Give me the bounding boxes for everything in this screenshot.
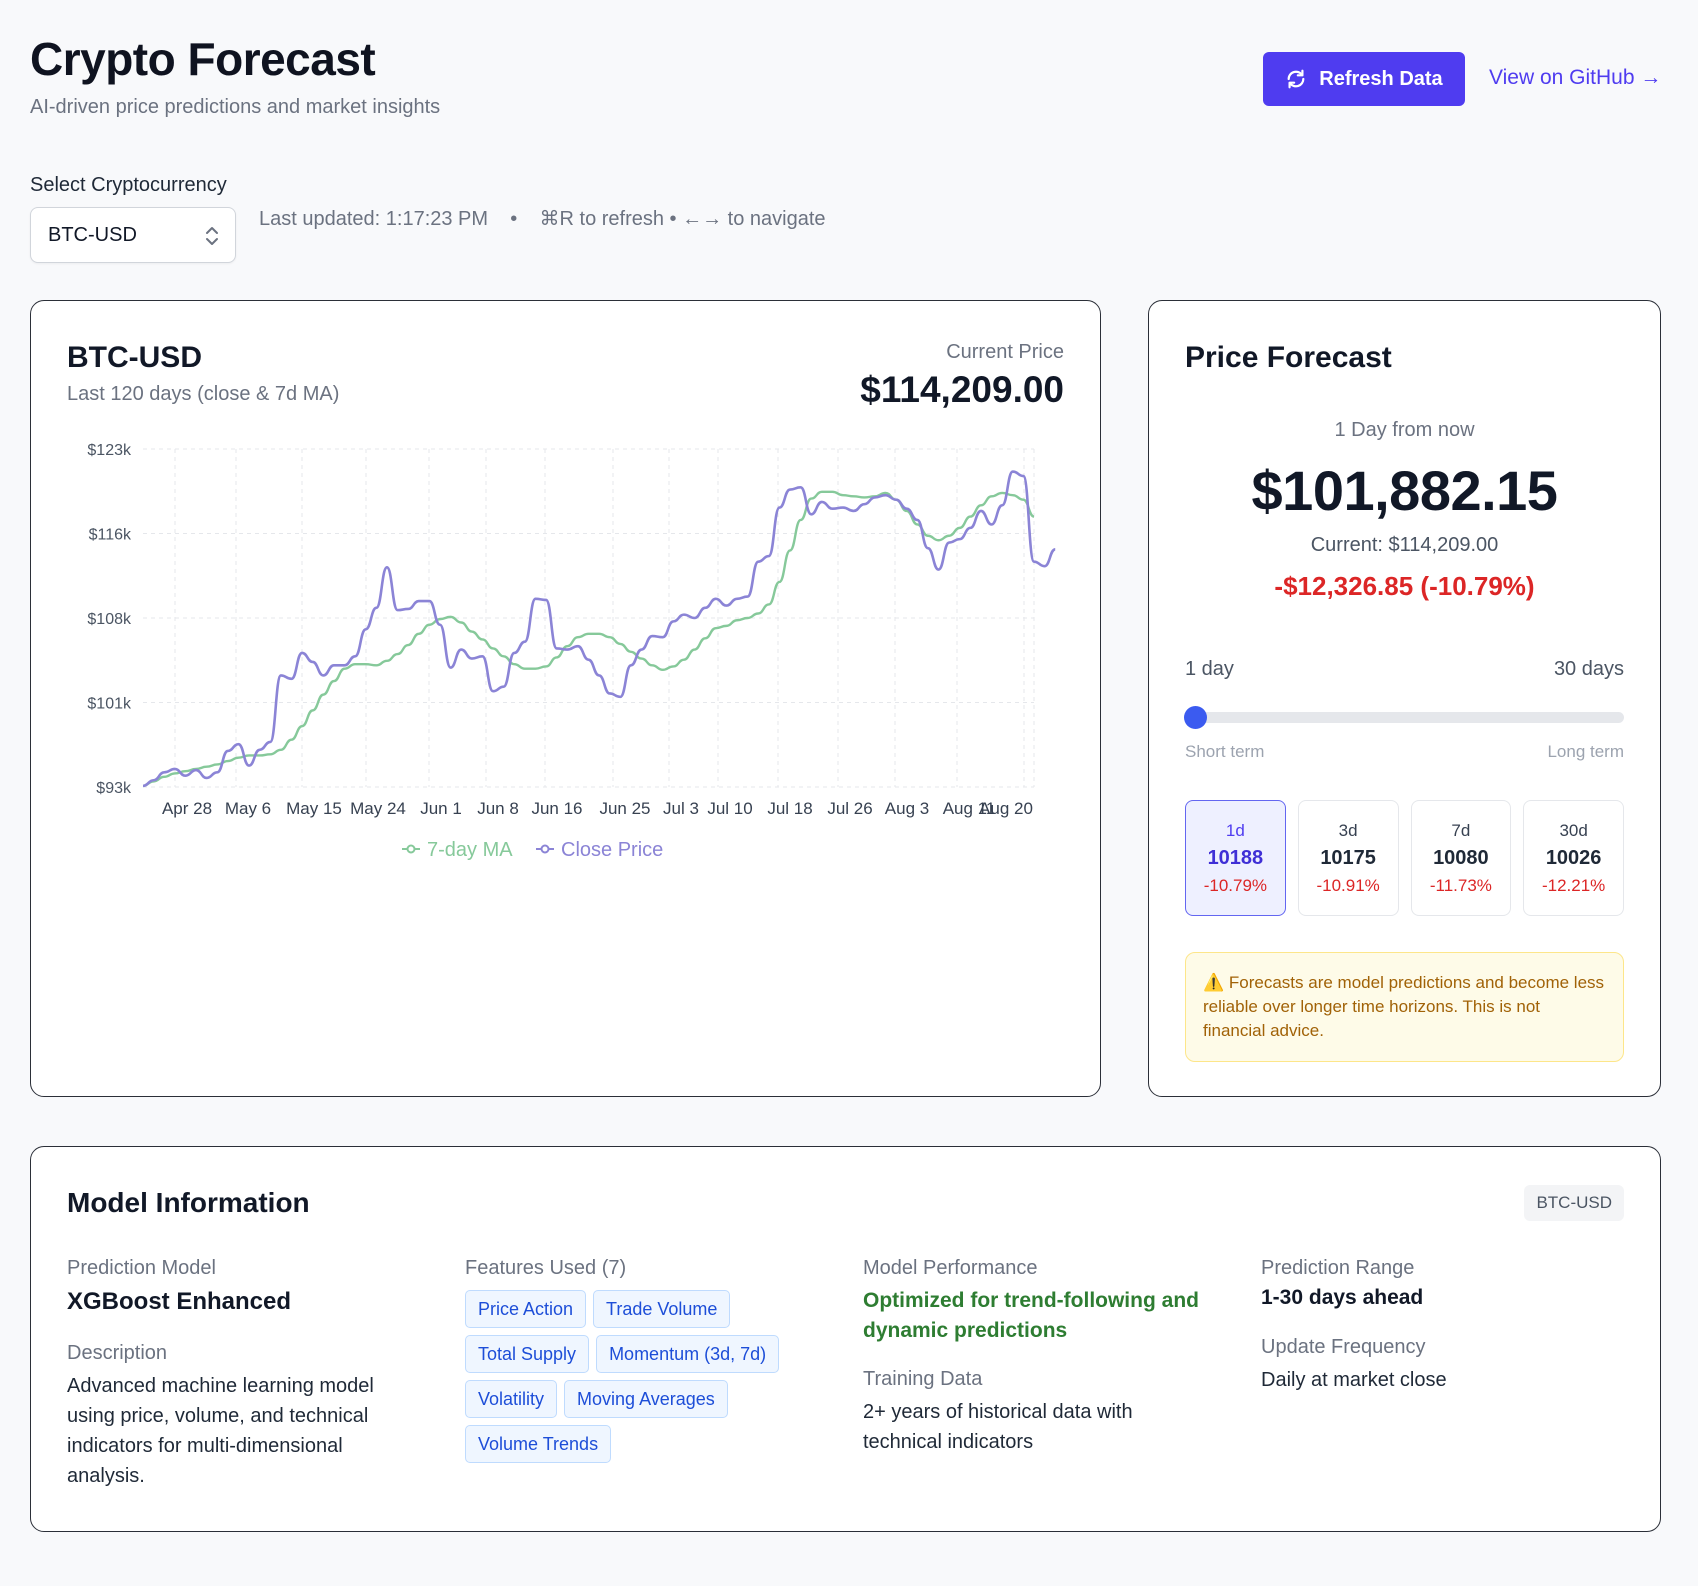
slider-min-label: 1 day — [1185, 658, 1234, 680]
model-column-4: Prediction Range 1-30 days ahead Update … — [1261, 1257, 1621, 1395]
horizon-label: 7d — [1451, 821, 1471, 840]
horizon-pct: -10.79% — [1203, 876, 1268, 895]
slider-max-label: 30 days — [1553, 658, 1624, 680]
horizon-value: 10080 — [1433, 847, 1489, 869]
x-tick-label: Jun 8 — [477, 799, 519, 818]
horizon-option-7d[interactable]: 7d 10080 -11.73% — [1410, 800, 1512, 916]
horizon-value: 10175 — [1320, 847, 1376, 869]
x-tick-label: Apr 28 — [162, 799, 212, 818]
model-information-card: Model Information BTC-USD Prediction Mod… — [30, 1146, 1661, 1532]
forecast-title: Price Forecast — [1185, 341, 1392, 374]
horizon-option-1d[interactable]: 1d 10188 -10.79% — [1185, 800, 1286, 916]
crypto-select[interactable]: BTC-USD — [30, 207, 236, 263]
refresh-icon — [1287, 69, 1305, 89]
horizon-pct: -11.73% — [1429, 876, 1492, 895]
select-label: Select Cryptocurrency — [30, 174, 227, 196]
prediction-range-value: 1-30 days ahead — [1261, 1286, 1424, 1309]
feature-chip: Volatility — [465, 1380, 558, 1418]
feature-chips: Price Action Trade Volume Total Supply M… — [465, 1290, 795, 1463]
close-series-line — [142, 470, 1056, 788]
forecast-horizon-label: 1 Day from now — [1334, 419, 1475, 441]
model-info-title: Model Information — [67, 1187, 310, 1218]
y-tick-label: $93k — [96, 780, 132, 797]
training-data-value: 2+ years of historical data with technic… — [863, 1401, 1133, 1453]
horizon-option-30d[interactable]: 30d 10026 -12.21% — [1523, 800, 1624, 916]
y-tick-label: $101k — [87, 696, 132, 713]
feature-chip: Price Action — [465, 1290, 587, 1328]
prediction-model-label: Prediction Model — [67, 1257, 216, 1279]
horizon-option-3d[interactable]: 3d 10175 -10.91% — [1297, 800, 1399, 916]
horizon-pct: -10.91% — [1316, 876, 1380, 895]
performance-value: Optimized for trend-following and dynami… — [863, 1289, 1199, 1342]
forecast-disclaimer: ⚠️ Forecasts are model predictions and b… — [1185, 952, 1624, 1062]
x-tick-label: Jul 18 — [767, 799, 812, 818]
forecast-card: Price Forecast 1 Day from now $101,882.1… — [1148, 300, 1661, 1097]
x-tick-label: Aug 20 — [979, 799, 1033, 818]
x-tick-label: Jul 3 — [663, 799, 699, 818]
model-column-1: Prediction Model XGBoost Enhanced Descri… — [67, 1257, 397, 1491]
model-column-2: Features Used (7) Price Action Trade Vol… — [465, 1257, 805, 1463]
x-tick-label: Jun 1 — [420, 799, 462, 818]
legend-label: 7-day MA — [427, 839, 513, 861]
prediction-model-value: XGBoost Enhanced — [67, 1288, 292, 1315]
x-tick-label: May 6 — [225, 799, 271, 818]
x-tick-label: Jul 26 — [827, 799, 872, 818]
training-data-label: Training Data — [863, 1368, 983, 1390]
price-chart-card: BTC-USD Last 120 days (close & 7d MA) Cu… — [30, 300, 1101, 1097]
performance-label: Model Performance — [863, 1257, 1038, 1279]
chevron-up-down-icon — [206, 227, 218, 245]
y-tick-label: $108k — [87, 611, 132, 628]
app-subtitle: AI-driven price predictions and market i… — [30, 96, 441, 118]
model-asset-badge: BTC-USD — [1524, 1185, 1624, 1221]
y-tick-label: $116k — [89, 527, 132, 544]
horizon-slider-track[interactable] — [1185, 712, 1624, 723]
horizon-label: 1d — [1225, 821, 1245, 840]
ma-series-line — [142, 490, 1035, 788]
update-frequency-label: Update Frequency — [1261, 1336, 1426, 1358]
app-title: Crypto Forecast — [30, 33, 376, 85]
horizon-label: 3d — [1338, 821, 1358, 840]
update-frequency-value: Daily at market close — [1261, 1369, 1447, 1391]
x-tick-label: May 15 — [286, 799, 342, 818]
header: Crypto Forecast AI-driven price predicti… — [30, 32, 440, 119]
model-column-3: Model Performance Optimized for trend-fo… — [863, 1257, 1213, 1457]
horizon-value: 10188 — [1207, 847, 1264, 869]
features-label: Features Used (7) — [465, 1257, 627, 1279]
last-updated-info: Last updated: 1:17:23 PM • ⌘R to refresh… — [259, 208, 826, 230]
github-link[interactable]: View on GitHub → — [1489, 66, 1661, 90]
feature-chip: Total Supply — [465, 1335, 590, 1373]
feature-chip: Volume Trends — [465, 1425, 612, 1463]
legend-label: Close Price — [561, 839, 663, 861]
forecast-current-price: Current: $114,209.00 — [1310, 534, 1499, 556]
refresh-data-button[interactable]: Refresh Data — [1263, 52, 1465, 106]
refresh-label: Refresh Data — [1319, 67, 1443, 90]
x-tick-label: Jun 25 — [599, 799, 650, 818]
horizon-label: 30d — [1559, 821, 1588, 840]
horizon-options: 1d 10188 -10.79% 3d 10175 -10.91% 7d 100… — [1185, 800, 1624, 916]
crypto-select-value: BTC-USD — [48, 223, 137, 246]
feature-chip: Moving Averages — [564, 1380, 728, 1418]
feature-chip: Momentum (3d, 7d) — [596, 1335, 780, 1373]
x-tick-label: Aug 3 — [885, 799, 929, 818]
feature-chip: Trade Volume — [593, 1290, 731, 1328]
description-value: Advanced machine learning model using pr… — [67, 1375, 374, 1487]
legend-marker — [406, 844, 416, 854]
x-tick-label: Jun 16 — [531, 799, 582, 818]
forecast-change: -$12,326.85 (-10.79%) — [1274, 571, 1535, 601]
horizon-value: 10026 — [1545, 847, 1602, 869]
horizon-slider-thumb[interactable] — [1184, 706, 1207, 729]
slider-hint-short: Short term — [1185, 742, 1265, 761]
forecast-value: $101,882.15 — [1251, 459, 1558, 522]
horizon-pct: -12.21% — [1541, 876, 1606, 895]
description-label: Description — [67, 1342, 168, 1364]
slider-hint-long: Long term — [1547, 742, 1624, 761]
x-tick-label: May 24 — [350, 799, 406, 818]
x-tick-label: Jul 10 — [707, 799, 752, 818]
price-line-chart: $93k $101k $108k $116k $123k Apr 28 May 6 May 1… — [87, 442, 1056, 861]
legend-marker — [540, 844, 550, 854]
y-tick-label: $123k — [87, 442, 132, 459]
prediction-range-label: Prediction Range — [1261, 1257, 1415, 1279]
